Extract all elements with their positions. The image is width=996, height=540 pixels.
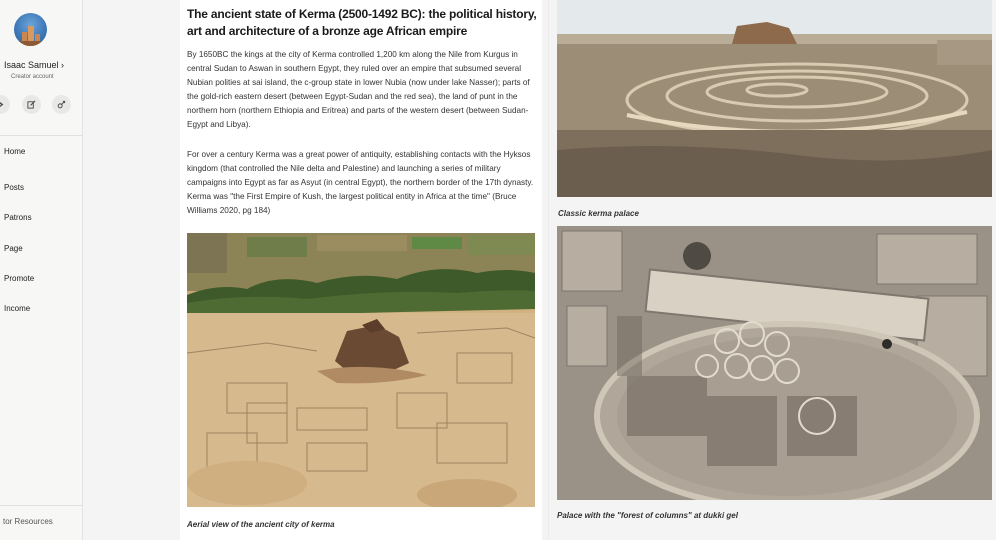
divider <box>0 135 82 136</box>
account-type: Creator account <box>11 74 54 80</box>
image-caption: Classic kerma palace <box>558 209 639 218</box>
account-name[interactable]: Isaac Samuel › <box>4 60 64 70</box>
chevron-icon[interactable] <box>0 95 10 114</box>
creator-resources-link[interactable]: tor Resources <box>3 517 53 526</box>
aerial-kerma-photo[interactable] <box>187 233 535 507</box>
image-caption: Palace with the "forest of columns" at d… <box>557 511 738 520</box>
classic-kerma-palace-photo[interactable] <box>557 0 992 197</box>
nav-home[interactable]: Home <box>4 147 25 156</box>
column-divider <box>548 0 549 540</box>
image-caption: Aerial view of the ancient city of kerma <box>187 520 335 529</box>
account-actions <box>0 95 82 117</box>
nav-patrons[interactable]: Patrons <box>4 213 32 222</box>
article: The ancient state of Kerma (2500-1492 BC… <box>180 0 542 540</box>
nav-promote[interactable]: Promote <box>4 274 34 283</box>
avatar[interactable] <box>14 13 47 46</box>
nav-page[interactable]: Page <box>4 244 23 253</box>
article-paragraph: By 1650BC the kings at the city of Kerma… <box>187 50 530 129</box>
divider <box>0 505 82 506</box>
article-title: The ancient state of Kerma (2500-1492 BC… <box>187 7 537 38</box>
sidebar: Isaac Samuel › Creator account Home Post… <box>0 0 83 540</box>
nav-income[interactable]: Income <box>4 304 30 313</box>
forest-of-columns-photo[interactable] <box>557 226 992 500</box>
nav-posts[interactable]: Posts <box>4 183 24 192</box>
compose-icon[interactable] <box>22 95 41 114</box>
link-icon[interactable] <box>52 95 71 114</box>
scrollbar-gutter <box>992 0 996 540</box>
article-paragraph: For over a century Kerma was a great pow… <box>187 150 534 215</box>
